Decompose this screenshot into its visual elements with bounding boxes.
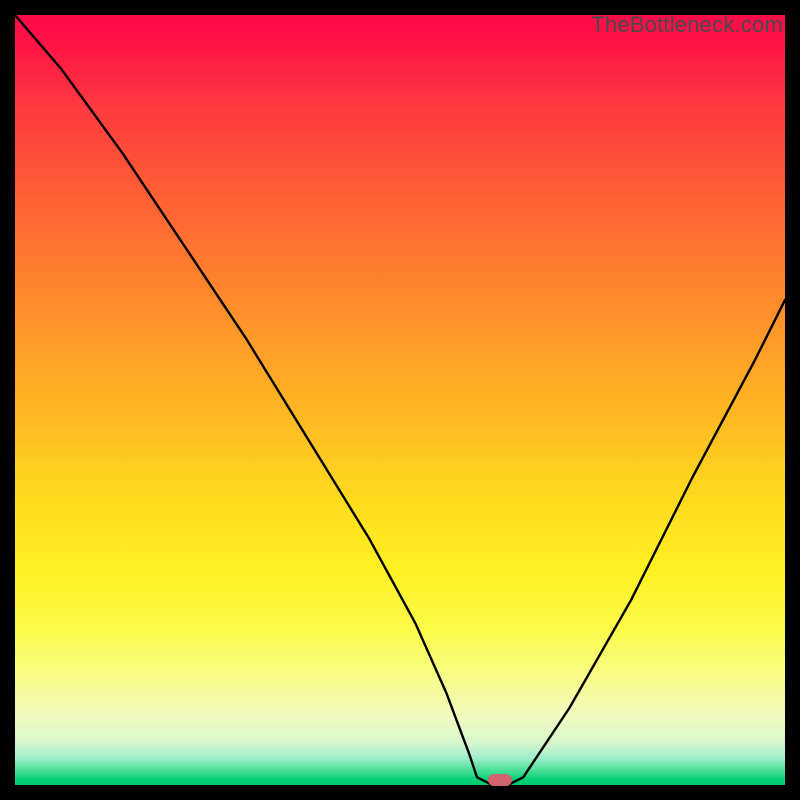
chart-frame: TheBottleneck.com <box>0 0 800 800</box>
optimal-marker <box>488 774 512 786</box>
bottleneck-curve <box>15 15 785 785</box>
plot-area: TheBottleneck.com <box>15 15 785 785</box>
